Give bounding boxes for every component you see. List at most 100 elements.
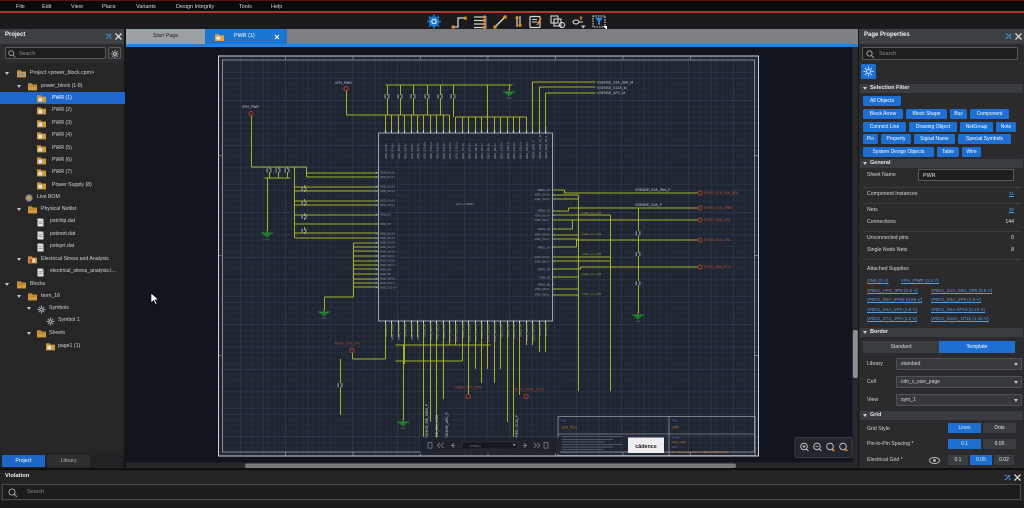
svg-text:GND_S8<1>: GND_S8<1> <box>480 142 484 158</box>
svg-text:VREG_S5: VREG_S5 <box>538 267 551 271</box>
svg-text:GND_S7<0>: GND_S7<0> <box>461 142 465 158</box>
svg-text:~VREG_SxA_GFB: ~VREG_SxA_GFB <box>581 212 602 215</box>
svg-text:Proj: Proj <box>672 418 677 422</box>
svg-text:VREG_S4A_1P8: VREG_S4A_1P8 <box>704 238 730 242</box>
svg-text:VSW_S4<0>: VSW_S4<0> <box>534 255 550 259</box>
svg-text:VSW_S8<1>: VSW_S8<1> <box>416 323 420 340</box>
svg-text:GND_S9<1>: GND_S9<1> <box>493 142 497 158</box>
svg-text:VSENSE_APC_M: VSENSE_APC_M <box>597 90 625 94</box>
svg-text:SPARE_2: SPARE_2 <box>544 323 548 336</box>
svg-text:VSW_S2<0>: VSW_S2<0> <box>534 213 550 217</box>
svg-text:VSW_S4<1>: VSW_S4<1> <box>534 259 550 263</box>
svg-text:VSENSE_S2A_P: VSENSE_S2A_P <box>635 203 663 207</box>
svg-text:VPH_PWR: VPH_PWR <box>242 105 259 109</box>
svg-text:VDD_S7<1>: VDD_S7<1> <box>391 142 395 158</box>
svg-text:VREG_S5A-2P15: VREG_S5A-2P15 <box>704 265 731 269</box>
svg-text:Tuesday, September 1, 2020 7:2: Tuesday, September 1, 2020 7:29:39 PM <box>672 450 727 454</box>
svg-text:GND_S1<0>: GND_S1<0> <box>380 240 396 244</box>
svg-text:SPARE_1: SPARE_1 <box>538 323 542 336</box>
svg-text:GND: GND <box>322 318 327 320</box>
svg-text:GND_S10<1>: GND_S10<1> <box>506 141 510 159</box>
svg-text:VSW_S7<0>: VSW_S7<0> <box>391 323 395 340</box>
svg-text:GND_S12<1>: GND_S12<1> <box>380 285 397 289</box>
svg-text:GND_S5: GND_S5 <box>380 272 391 276</box>
svg-text:VSW_SI2<0>: VSW_SI2<0> <box>525 323 529 340</box>
svg-text:VREG_APC_0P8: VREG_APC_0P8 <box>455 385 481 389</box>
svg-text:VDD_S6<0>: VDD_S6<0> <box>380 231 396 235</box>
svg-text:GND_S10<0>: GND_S10<0> <box>499 141 503 159</box>
svg-text:~VREG_SxA_GFB: ~VREG_SxA_GFB <box>581 253 602 256</box>
svg-text:VDD_EBI_MSM: VDD_EBI_MSM <box>435 414 439 438</box>
svg-text:HELLO_SF: HELLO_SF <box>499 323 503 338</box>
svg-text:clock_Tech: clock_Tech <box>561 425 577 429</box>
svg-text:GND_S11<1>: GND_S11<1> <box>519 141 523 159</box>
svg-text:VREG_S1A_S6A_0P8: VREG_S1A_S6A_0P8 <box>704 191 738 195</box>
svg-text:VREG_S9: VREG_S9 <box>423 323 427 336</box>
svg-text:PWR(1): PWR(1) <box>470 444 481 448</box>
svg-text:VSENSE_S12A_M: VSENSE_S12A_M <box>597 85 627 89</box>
svg-text:VREG_SB: VREG_SB <box>506 323 510 336</box>
svg-text:VREG_S4: VREG_S4 <box>538 245 551 249</box>
svg-text:VREG_S10: VREG_S10 <box>442 323 446 338</box>
svg-text:VDD_S1<0>: VDD_S1<0> <box>380 170 396 174</box>
svg-text:VREG_S12A_P: VREG_S12A_P <box>515 414 519 439</box>
svg-text:VSW_S6<1>: VSW_S6<1> <box>534 292 550 296</box>
svg-text:VDD_S7<0>: VDD_S7<0> <box>384 142 388 158</box>
svg-text:VSW_S6<0>: VSW_S6<0> <box>534 287 550 291</box>
svg-text:VSW_S9<0>: VSW_S9<0> <box>429 323 433 340</box>
svg-text:VREG_S1: VREG_S1 <box>538 188 551 192</box>
svg-text:VSW_S5: VSW_S5 <box>539 275 550 279</box>
svg-text:GND: GND <box>507 98 512 100</box>
svg-text:GND_S11<0>: GND_S11<0> <box>512 141 516 159</box>
svg-text:VREG_S12: VREG_S12 <box>480 323 484 338</box>
svg-text:VREF_NEG_S: VREF_NEG_S <box>531 140 535 159</box>
svg-text:gmic-pm8864: gmic-pm8864 <box>456 202 475 206</box>
svg-text:VSW_S8<0>: VSW_S8<0> <box>410 323 414 340</box>
svg-text:GND_S2<1>: GND_S2<1> <box>380 254 396 258</box>
svg-text:VDD_S9<1>: VDD_S9<1> <box>416 142 420 158</box>
svg-text:GND: GND <box>401 428 406 430</box>
svg-text:VDD_S11<0>: VDD_S11<0> <box>435 141 439 158</box>
svg-text:VSW_S12<0>: VSW_S12<0> <box>487 323 491 341</box>
svg-text:1984: 1984 <box>672 425 679 429</box>
svg-text:VSW_SI2<1>: VSW_SI2<1> <box>531 323 535 340</box>
svg-text:VSW_S11<1>: VSW_S11<1> <box>474 323 478 341</box>
svg-text:VDD_S10<1>: VDD_S10<1> <box>429 141 433 159</box>
svg-text:VREG_S3A_1P3: VREG_S3A_1P3 <box>704 218 730 222</box>
svg-text:VDD_S2<0>: VDD_S2<0> <box>380 184 396 188</box>
svg-text:VREF_NEG_S8_9_10_11: VREF_NEG_S8_9_10_11 <box>544 126 548 159</box>
svg-text:VSW_S3<0>: VSW_S3<0> <box>534 232 550 236</box>
svg-text:GND_S1<1>: GND_S1<1> <box>380 245 396 249</box>
svg-text:VREF_NEG_S2_12: VREF_NEG_S2_12 <box>538 133 542 158</box>
svg-text:GND_S7<1>: GND_S7<1> <box>467 142 471 158</box>
svg-text:Proj: Proj <box>561 418 566 422</box>
svg-text:VSW_S1<0>: VSW_S1<0> <box>534 192 550 196</box>
svg-text:VDD_S9<0>: VDD_S9<0> <box>410 142 414 158</box>
svg-text:VREG_S11: VREG_S11 <box>461 323 465 338</box>
svg-text:VDD_S2<1>: VDD_S2<1> <box>380 189 396 193</box>
svg-text:VREG_S7A_1P0: VREG_S7A_1P0 <box>334 341 360 345</box>
svg-text:GND_S12<0>: GND_S12<0> <box>525 141 529 159</box>
svg-text:GND_S6<1>: GND_S6<1> <box>380 281 396 285</box>
svg-text:VREG_SII: VREG_SII <box>519 323 523 336</box>
svg-text:VDD_S12<0>: VDD_S12<0> <box>448 141 452 159</box>
svg-text:VSENSE_EBI_MEM_P: VSENSE_EBI_MEM_P <box>425 403 429 439</box>
svg-text:Chg_clock: Chg_clock <box>672 439 687 443</box>
svg-text:VSW_S3<1>: VSW_S3<1> <box>534 237 550 241</box>
svg-text:GND_S8<0>: GND_S8<0> <box>474 142 478 158</box>
svg-text:VDD_S8<1>: VDD_S8<1> <box>403 142 407 158</box>
svg-text:VREG_S6: VREG_S6 <box>538 282 551 286</box>
svg-text:GND_S6<0>: GND_S6<0> <box>380 276 396 280</box>
svg-text:VDD_S3<1>: VDD_S3<1> <box>380 203 396 207</box>
svg-text:VSENSE_S1A_S6A_P: VSENSE_S1A_S6A_P <box>635 188 671 192</box>
svg-text:N/S: N/S <box>672 444 677 448</box>
svg-text:VDD_S1<1>: VDD_S1<1> <box>380 175 396 179</box>
svg-text:VSENSE_S1A_S6A_M: VSENSE_S1A_S6A_M <box>597 80 633 84</box>
svg-text:GND_S4: GND_S4 <box>380 267 391 271</box>
svg-text:VDD_S3<0>: VDD_S3<0> <box>380 198 396 202</box>
svg-text:HELLO_SH: HELLO_SH <box>512 324 516 339</box>
svg-text:GND_S3<1>: GND_S3<1> <box>380 263 396 267</box>
svg-text:GND_S9<0>: GND_S9<0> <box>487 142 491 158</box>
svg-text:VSENSE_APC_P: VSENSE_APC_P <box>445 411 449 438</box>
svg-text:GND: GND <box>265 239 270 241</box>
